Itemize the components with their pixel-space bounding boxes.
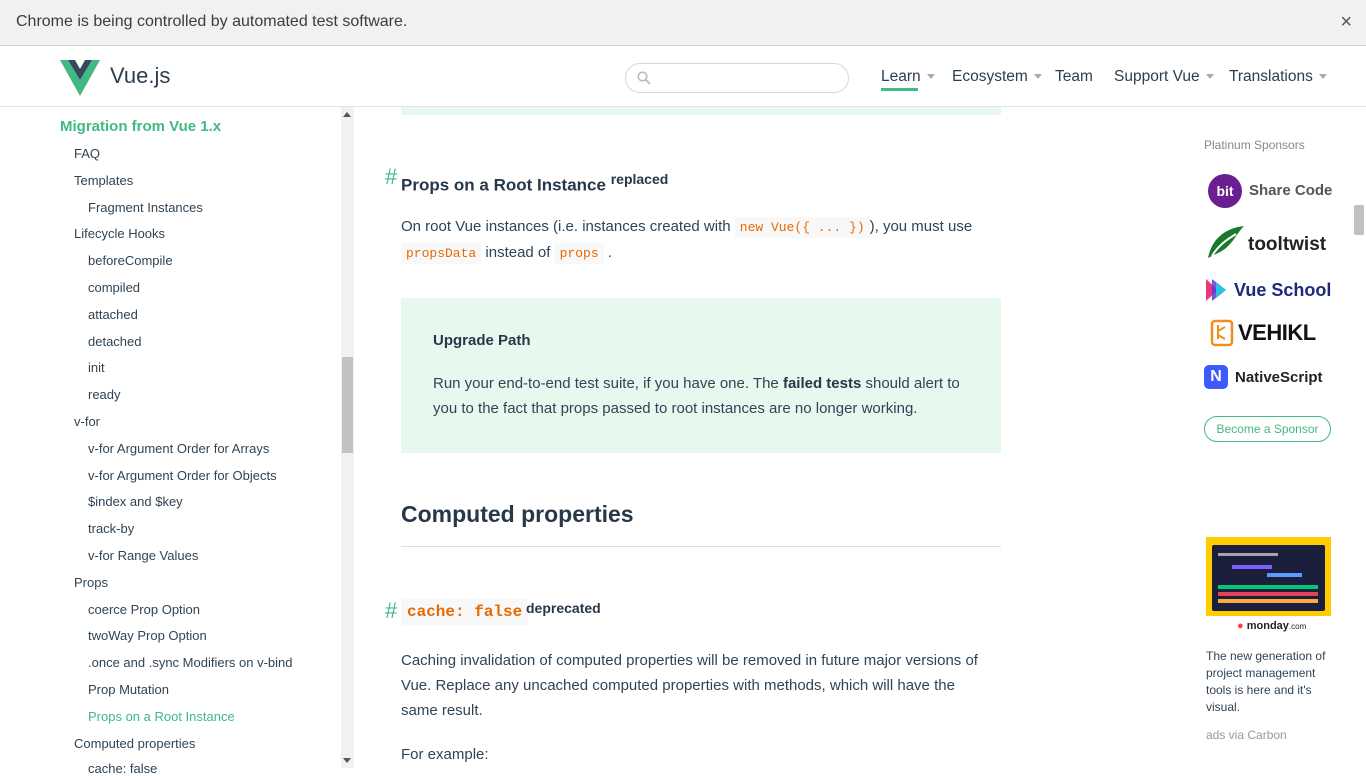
become-sponsor-button[interactable]: Become a Sponsor <box>1204 416 1331 442</box>
sidebar-item-lifecycle-hooks[interactable]: Lifecycle Hooks <box>74 226 165 241</box>
site-header: Vue.js Learn Ecosystem Team Support Vue … <box>0 46 1366 107</box>
sponsor-name: NativeScript <box>1235 369 1323 386</box>
props-root-paragraph: On root Vue instances (i.e. instances cr… <box>401 214 1011 266</box>
page-scrollbar-thumb[interactable] <box>1354 205 1364 235</box>
close-icon[interactable]: × <box>1340 10 1352 34</box>
search-input[interactable] <box>656 68 840 90</box>
sidebar-item-beforecompile[interactable]: beforeCompile <box>88 253 173 268</box>
chevron-down-icon <box>1033 74 1042 80</box>
chevron-down-icon <box>926 74 935 80</box>
nav-team[interactable]: Team <box>1055 68 1093 86</box>
sidebar-item-coerce[interactable]: coerce Prop Option <box>88 602 200 617</box>
ads-via-carbon-link[interactable]: ads via Carbon <box>1206 728 1287 742</box>
heading-anchor[interactable]: # <box>385 598 397 623</box>
sidebar-item-attached[interactable]: attached <box>88 307 138 322</box>
sidebar-item-templates[interactable]: Templates <box>74 173 133 188</box>
monday-mark-icon: ● <box>1237 620 1244 632</box>
upgrade-path-text: Run your end-to-end test suite, if you h… <box>433 375 960 417</box>
sidebar-item-prop-mutation[interactable]: Prop Mutation <box>88 682 169 697</box>
ad-text[interactable]: The new generation of project management… <box>1206 648 1336 716</box>
nav-support-vue[interactable]: Support Vue <box>1114 68 1214 86</box>
cache-paragraph: Caching invalidation of computed propert… <box>401 652 978 719</box>
sidebar: Migration from Vue 1.x FAQ Templates Fra… <box>0 107 354 776</box>
sidebar-item-twoway[interactable]: twoWay Prop Option <box>88 628 207 643</box>
sidebar-item-once-sync[interactable]: .once and .sync Modifiers on v-bind <box>88 655 293 670</box>
sponsor-name: tooltwist <box>1248 234 1327 255</box>
scroll-down-icon[interactable] <box>343 758 351 763</box>
heading-anchor[interactable]: # <box>385 164 397 189</box>
ad-screenshot <box>1212 545 1325 611</box>
platinum-sponsors-label: Platinum Sponsors <box>1204 138 1305 152</box>
chevron-down-icon <box>1318 74 1327 80</box>
vehikl-mark-icon <box>1210 319 1236 352</box>
props-root-title: Props on a Root Instance replaced <box>401 171 669 195</box>
section-divider <box>401 546 1001 547</box>
previous-tip-box <box>401 107 1001 115</box>
code-new-vue: new Vue({ ... }) <box>734 217 870 238</box>
infobar-message: Chrome is being controlled by automated … <box>16 13 408 30</box>
sidebar-item-v-for-range[interactable]: v-for Range Values <box>88 548 198 563</box>
sponsor-name: Share Code <box>1249 182 1333 199</box>
nav-ecosystem[interactable]: Ecosystem <box>952 68 1042 86</box>
chevron-down-icon <box>1205 74 1214 80</box>
nav-learn[interactable]: Learn <box>881 68 935 86</box>
bit-logo-icon: bit <box>1208 174 1242 208</box>
sidebar-item-computed[interactable]: Computed properties <box>74 736 195 751</box>
sidebar-item-track-by[interactable]: track-by <box>88 521 134 536</box>
sidebar-item-faq[interactable]: FAQ <box>74 146 100 161</box>
sidebar-item-v-for-objects[interactable]: v-for Argument Order for Objects <box>88 468 277 483</box>
nav-translations[interactable]: Translations <box>1229 68 1327 86</box>
vueschool-mark-icon <box>1204 277 1230 308</box>
sidebar-item-v-for-arrays[interactable]: v-for Argument Order for Arrays <box>88 441 269 456</box>
sidebar-item-props-root[interactable]: Props on a Root Instance <box>88 709 235 724</box>
sidebar-item-props[interactable]: Props <box>74 575 108 590</box>
search-icon <box>637 71 651 90</box>
replaced-badge: replaced <box>610 171 669 187</box>
sponsor-name: Vue School <box>1234 280 1332 300</box>
sidebar-item-index-key[interactable]: $index and $key <box>88 494 183 509</box>
computed-properties-heading: Computed properties <box>401 501 634 527</box>
vue-logo-icon[interactable] <box>60 60 100 101</box>
automation-infobar: Chrome is being controlled by automated … <box>0 0 1366 46</box>
sidebar-item-v-for[interactable]: v-for <box>74 414 100 429</box>
nav-active-underline <box>881 88 918 91</box>
sidebar-item-compiled[interactable]: compiled <box>88 280 140 295</box>
sidebar-item-init[interactable]: init <box>88 360 105 375</box>
code-cache-false: cache: false <box>401 599 529 625</box>
sidebar-item-cache-false[interactable]: cache: false <box>88 761 157 776</box>
cache-false-heading: cache: false <box>401 599 529 625</box>
sidebar-item-ready[interactable]: ready <box>88 387 121 402</box>
sidebar-section-title[interactable]: Migration from Vue 1.x <box>60 118 221 135</box>
sidebar-item-fragment-instances[interactable]: Fragment Instances <box>88 200 203 215</box>
sidebar-item-detached[interactable]: detached <box>88 334 142 349</box>
nativescript-logo-icon: N <box>1204 365 1228 389</box>
search-box[interactable] <box>625 63 849 93</box>
code-propsdata: propsData <box>401 243 482 264</box>
tooltwist-leaf-icon <box>1206 224 1246 265</box>
monday-logo: ● monday.com <box>1237 620 1307 632</box>
cache-heading-anchor-wrap: # <box>385 598 397 624</box>
for-example-text: For example: <box>401 746 489 763</box>
sponsor-name: VEHIKL <box>1238 320 1316 345</box>
deprecated-badge: deprecated <box>526 600 601 616</box>
props-root-heading: # <box>385 164 397 190</box>
logo-text[interactable]: Vue.js <box>110 63 170 89</box>
code-props: props <box>554 243 604 264</box>
sidebar-scrollbar-thumb[interactable] <box>342 357 353 453</box>
upgrade-path-title: Upgrade Path <box>433 332 531 349</box>
scroll-up-icon[interactable] <box>343 112 351 117</box>
